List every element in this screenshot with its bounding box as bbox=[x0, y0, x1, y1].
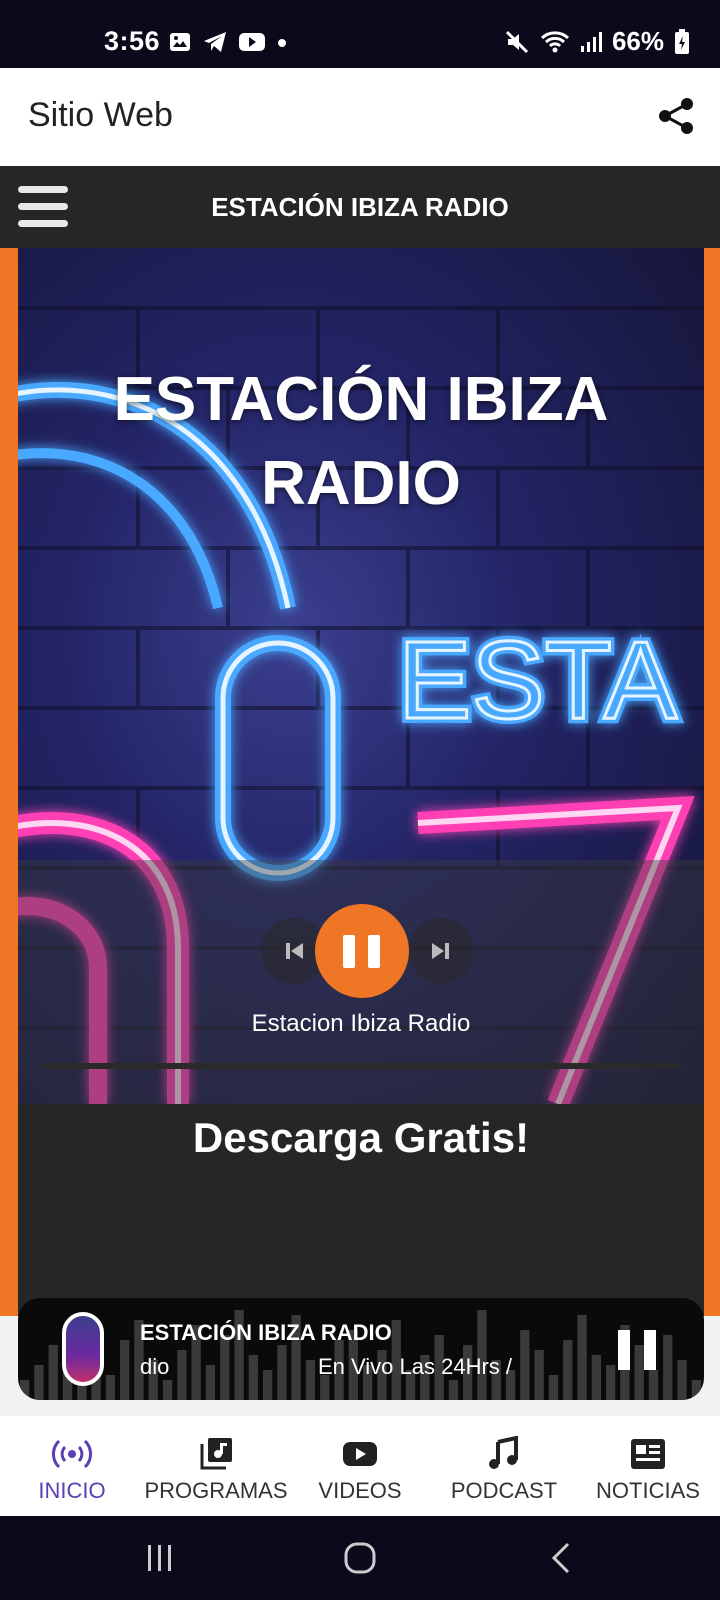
battery-icon bbox=[675, 28, 689, 54]
frame-right bbox=[704, 248, 720, 1316]
neon-esta-text-core: ESTA bbox=[398, 619, 678, 742]
web-title: Sitio Web bbox=[28, 96, 173, 134]
bottom-navigation: INICIO PROGRAMAS VIDEOS PODCAST NOTICIAS bbox=[0, 1416, 720, 1516]
mini-player[interactable]: ESTACIÓN IBIZA RADIO dio En Vivo Las 24H… bbox=[18, 1298, 704, 1400]
nav-item-podcast[interactable]: PODCAST bbox=[432, 1416, 576, 1516]
status-system-icons: 66% bbox=[504, 26, 690, 57]
status-time: 3:56 bbox=[104, 26, 161, 56]
home-icon[interactable] bbox=[340, 1538, 380, 1578]
equalizer-bar bbox=[677, 1360, 687, 1400]
share-icon[interactable] bbox=[656, 96, 696, 136]
back-icon[interactable] bbox=[542, 1538, 582, 1578]
nav-item-noticias[interactable]: NOTICIAS bbox=[576, 1416, 720, 1516]
nav-label: VIDEOS bbox=[318, 1478, 402, 1503]
signal-icon bbox=[580, 31, 602, 52]
station-name: Estacion Ibiza Radio bbox=[251, 1010, 471, 1037]
skip-next-icon bbox=[432, 943, 449, 959]
frame-left bbox=[0, 248, 18, 1316]
equalizer-bar bbox=[48, 1345, 58, 1400]
equalizer-bar bbox=[120, 1340, 130, 1400]
web-bar: Sitio Web bbox=[0, 68, 720, 166]
hero-title-line2: RADIO bbox=[261, 449, 461, 518]
equalizer-bar bbox=[663, 1335, 673, 1400]
nav-label: NOTICIAS bbox=[596, 1478, 700, 1503]
equalizer-bar bbox=[34, 1365, 44, 1400]
app-header: ESTACIÓN IBIZA RADIO bbox=[0, 166, 720, 248]
telegram-icon bbox=[204, 32, 226, 52]
youtube-icon bbox=[343, 1442, 377, 1466]
mini-player-thumbnail bbox=[62, 1312, 104, 1386]
mini-player-subtitle-current: En Vivo Las 24Hrs / bbox=[318, 1354, 513, 1379]
next-button[interactable] bbox=[408, 918, 474, 984]
mute-icon bbox=[505, 30, 529, 53]
hero-title: ESTACIÓN IBIZA RADIO bbox=[18, 358, 704, 526]
equalizer-bar bbox=[591, 1355, 601, 1400]
nav-label: PODCAST bbox=[450, 1478, 558, 1503]
system-navigation-bar bbox=[0, 1516, 720, 1600]
download-text[interactable]: Descarga Gratis! bbox=[18, 1114, 704, 1162]
recent-apps-icon[interactable] bbox=[140, 1538, 180, 1578]
progress-bar[interactable] bbox=[42, 1063, 682, 1069]
pause-icon bbox=[618, 1330, 630, 1370]
mini-pause-button[interactable] bbox=[618, 1330, 658, 1370]
youtube-status-icon bbox=[239, 33, 265, 51]
nav-item-inicio[interactable]: INICIO bbox=[0, 1416, 144, 1516]
nav-label: PROGRAMAS bbox=[144, 1478, 288, 1503]
pause-button[interactable] bbox=[315, 904, 409, 998]
pause-icon bbox=[343, 935, 355, 968]
newspaper-icon bbox=[631, 1439, 665, 1469]
mini-player-subtitle-prev: dio bbox=[140, 1354, 170, 1379]
battery-percent: 66% bbox=[611, 26, 664, 56]
wifi-icon bbox=[540, 30, 569, 52]
nav-label: INICIO bbox=[38, 1478, 106, 1503]
gallery-icon bbox=[170, 33, 190, 51]
pause-icon-bar bbox=[368, 935, 380, 968]
music-note-icon bbox=[489, 1436, 518, 1469]
mini-player-title: ESTACIÓN IBIZA RADIO bbox=[140, 1320, 392, 1345]
nav-item-videos[interactable]: VIDEOS bbox=[288, 1416, 432, 1516]
app-title: ESTACIÓN IBIZA RADIO bbox=[211, 192, 509, 222]
dot-icon bbox=[278, 39, 286, 47]
equalizer-bar bbox=[606, 1365, 616, 1400]
equalizer-bar bbox=[648, 1370, 659, 1400]
status-notification-icons bbox=[168, 30, 288, 54]
pause-icon-bar bbox=[644, 1330, 656, 1370]
broadcast-icon bbox=[52, 1439, 92, 1469]
nav-item-programas[interactable]: PROGRAMAS bbox=[144, 1416, 288, 1516]
download-section: Descarga Gratis! bbox=[18, 1104, 704, 1316]
equalizer-bar bbox=[105, 1375, 116, 1400]
music-library-icon bbox=[200, 1438, 232, 1470]
status-bar: 3:56 66% bbox=[0, 0, 720, 68]
equalizer-visual bbox=[20, 1310, 701, 1400]
equalizer-bar bbox=[20, 1380, 30, 1400]
hero-artwork: ESTA ESTA ESTACIÓN IBIZA RADIO Estacion … bbox=[18, 248, 704, 1104]
mini-player-subtitle: dio En Vivo Las 24Hrs / bbox=[140, 1354, 580, 1384]
hero-title-line1: ESTACIÓN IBIZA bbox=[113, 365, 609, 434]
equalizer-bar bbox=[691, 1380, 701, 1400]
